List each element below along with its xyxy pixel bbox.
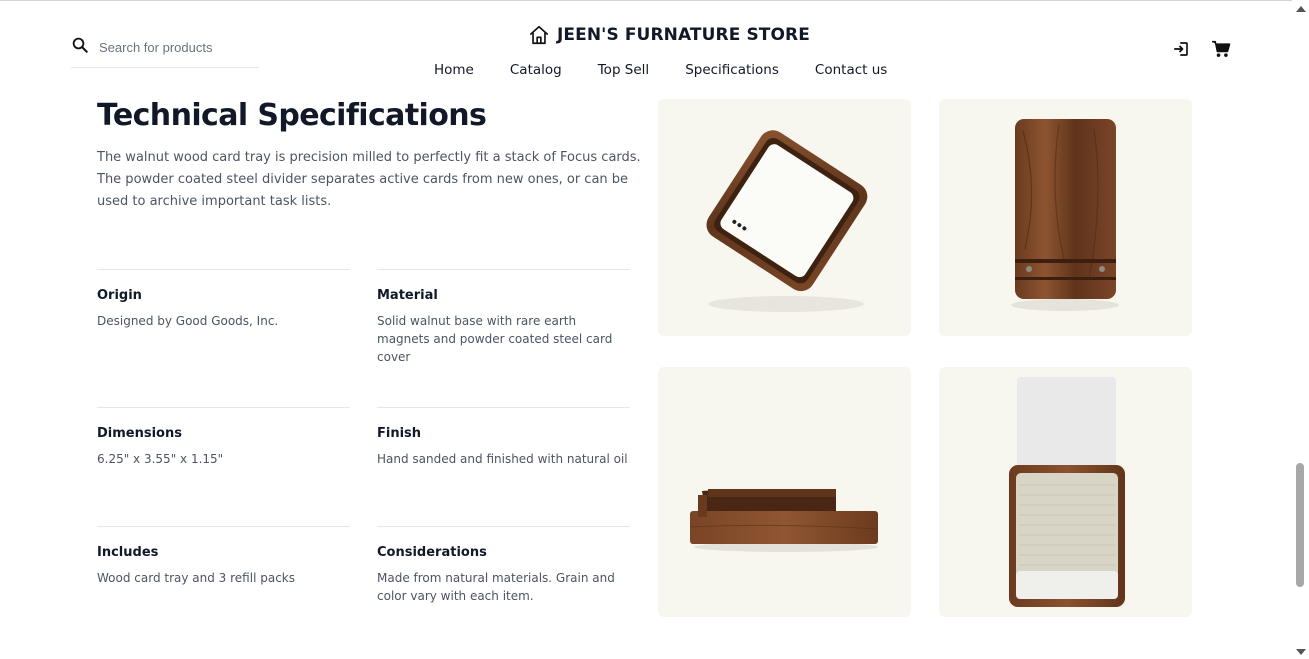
header-actions <box>1171 40 1231 58</box>
spec-value: Hand sanded and finished with natural oi… <box>377 452 628 466</box>
login-icon[interactable] <box>1171 40 1191 58</box>
nav-top-sell[interactable]: Top Sell <box>598 62 649 78</box>
product-image-front-with-cards <box>939 367 1192 617</box>
page-title: Technical Specifications <box>97 98 487 133</box>
product-image-top-angle <box>658 99 911 336</box>
product-image-closed-top <box>939 99 1192 336</box>
spec-value: Made from natural materials. Grain and c… <box>377 571 615 603</box>
spec-term: Finish <box>377 426 422 441</box>
home-icon <box>529 25 549 45</box>
store-brand[interactable]: JEEN'S FURNATURE STORE <box>528 22 810 48</box>
scroll-down-arrow[interactable] <box>1296 649 1306 655</box>
spec-material: Material Solid walnut base with rare ear… <box>377 269 630 366</box>
nav-contact-us[interactable]: Contact us <box>815 62 887 78</box>
spec-considerations: Considerations Made from natural materia… <box>377 526 630 605</box>
spec-origin: Origin Designed by Good Goods, Inc. <box>97 269 350 330</box>
spec-value: Wood card tray and 3 refill packs <box>97 571 295 585</box>
main-nav: Home Catalog Top Sell Specifications Con… <box>434 62 887 78</box>
nav-specifications[interactable]: Specifications <box>685 62 779 78</box>
spec-term: Material <box>377 288 438 303</box>
spec-term: Origin <box>97 288 142 303</box>
search-bar[interactable] <box>71 30 259 68</box>
spec-dimensions: Dimensions 6.25" x 3.55" x 1.15" <box>97 407 350 468</box>
nav-catalog[interactable]: Catalog <box>510 62 562 78</box>
store-name: JEEN'S FURNATURE STORE <box>557 25 810 45</box>
window-top-border <box>0 0 1309 5</box>
spec-finish: Finish Hand sanded and finished with nat… <box>377 407 630 468</box>
page-scrollbar[interactable] <box>1292 0 1309 659</box>
spec-value: Solid walnut base with rare earth magnet… <box>377 314 613 364</box>
search-icon[interactable] <box>71 36 89 54</box>
search-input[interactable] <box>99 34 254 60</box>
spec-term: Considerations <box>377 545 487 560</box>
scroll-thumb[interactable] <box>1296 463 1304 587</box>
scroll-up-arrow[interactable] <box>1296 6 1306 12</box>
spec-term: Includes <box>97 545 159 560</box>
spec-includes: Includes Wood card tray and 3 refill pac… <box>97 526 350 587</box>
page-description: The walnut wood card tray is precision m… <box>97 150 641 209</box>
spec-value: Designed by Good Goods, Inc. <box>97 314 279 328</box>
spec-value: 6.25" x 3.55" x 1.15" <box>97 452 224 466</box>
product-image-side-angle <box>658 367 911 617</box>
cart-icon[interactable] <box>1211 40 1231 58</box>
spec-term: Dimensions <box>97 426 182 441</box>
nav-home[interactable]: Home <box>434 62 474 78</box>
